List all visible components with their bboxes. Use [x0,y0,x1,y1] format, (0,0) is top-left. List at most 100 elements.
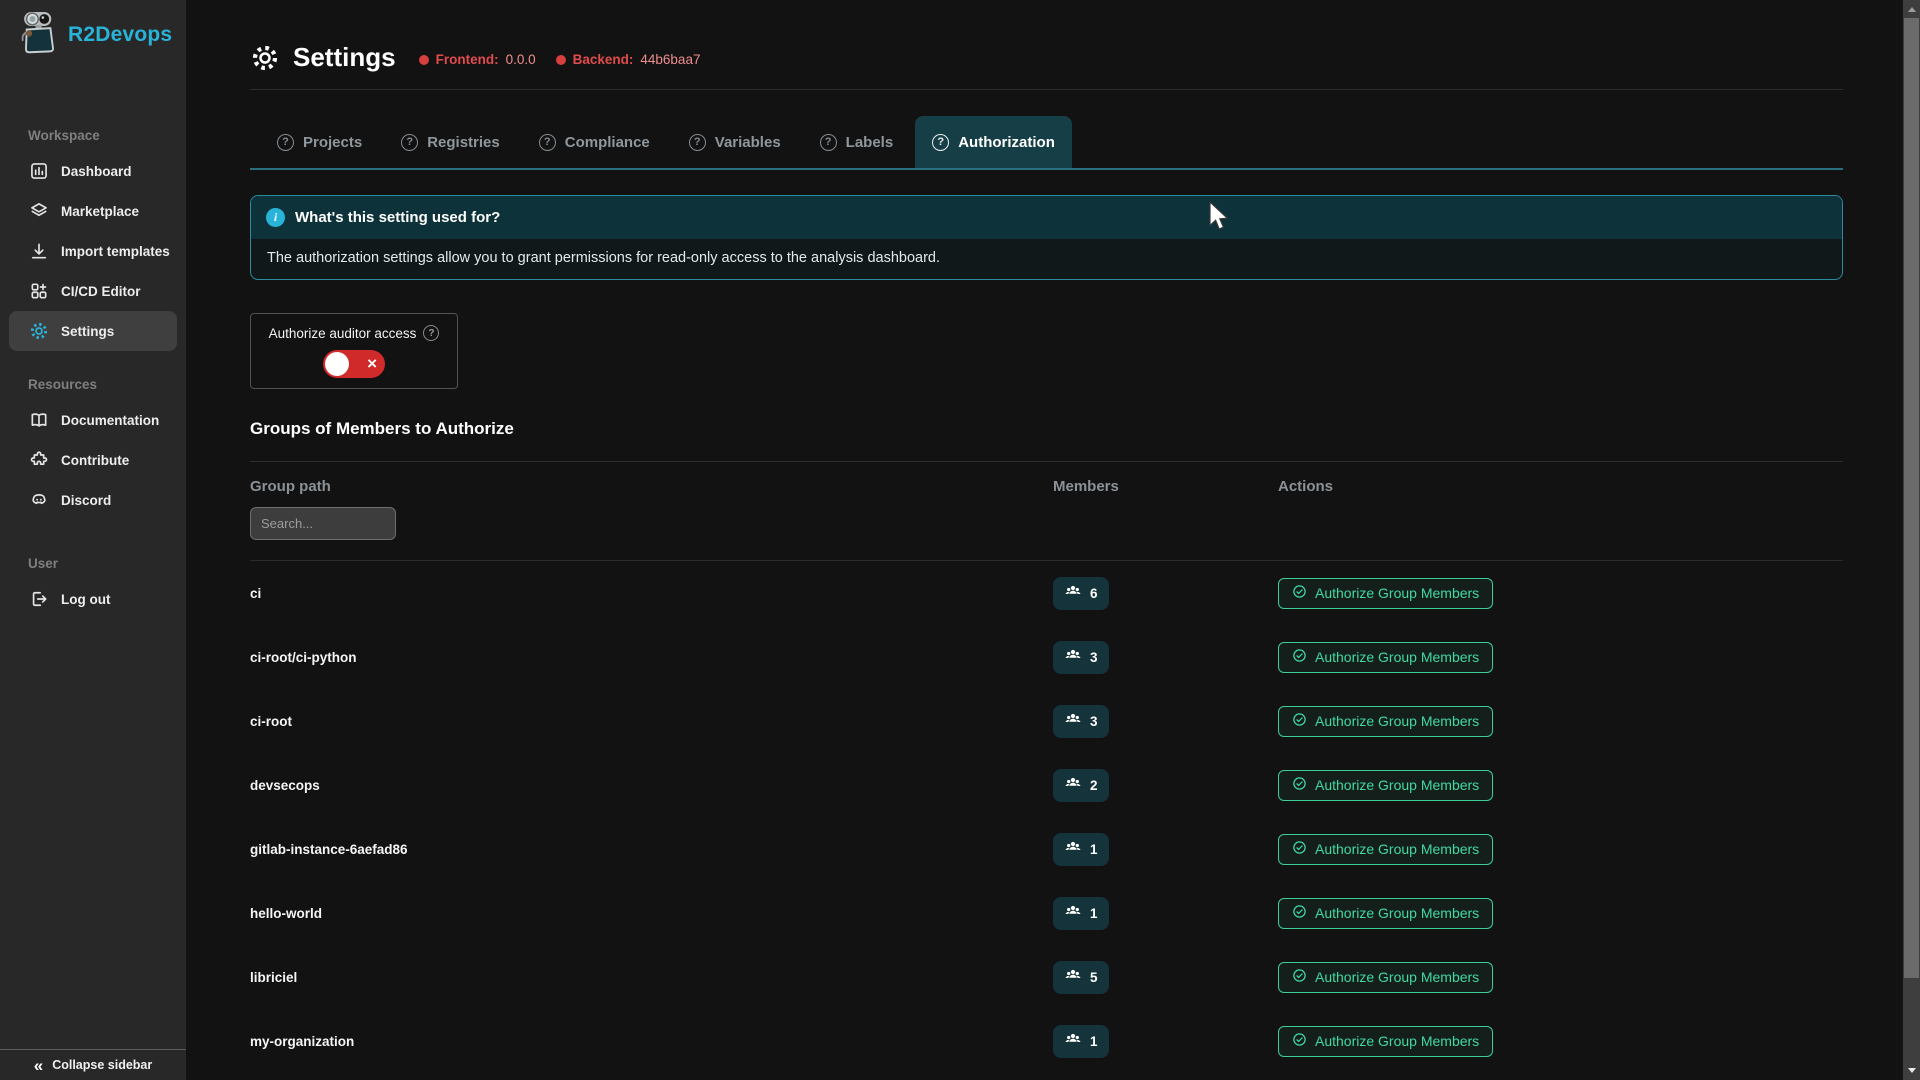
authorize-group-members-button[interactable]: Authorize Group Members [1278,962,1493,993]
group-path: libriciel [250,970,1053,985]
members-count: 3 [1090,714,1098,729]
check-circle-icon [1292,584,1307,602]
scroll-down-button[interactable] [1903,1062,1920,1079]
group-path-column: Group path [250,478,1053,540]
check-circle-icon [1292,776,1307,794]
dashboard-icon [29,161,49,181]
discord-icon [29,490,49,510]
authorize-group-members-button[interactable]: Authorize Group Members [1278,1026,1493,1057]
logout-icon [29,589,49,609]
cicd-editor-icon [29,281,49,301]
version-info: Frontend:0.0.0 Backend:44b6baa7 [419,48,701,67]
arrow-up-icon [1908,7,1916,12]
column-header-members: Members [1053,478,1278,495]
help-circle-icon: ? [539,134,556,151]
group-path: devsecops [250,778,1053,793]
members-count-badge: 6 [1053,577,1109,610]
tab-variables[interactable]: ?Variables [672,116,798,168]
settings-tabs: ?Projects?Registries?Compliance?Variable… [250,116,1843,170]
brand-logo[interactable]: R2Devops [0,0,186,60]
authorize-group-members-button[interactable]: Authorize Group Members [1278,770,1493,801]
column-header-actions: Actions [1278,478,1843,495]
authorize-group-members-button[interactable]: Authorize Group Members [1278,578,1493,609]
check-circle-icon [1292,968,1307,986]
authorize-group-members-button[interactable]: Authorize Group Members [1278,898,1493,929]
members-count: 3 [1090,650,1098,665]
info-icon: i [266,208,285,227]
scrollbar[interactable] [1903,0,1920,1080]
sidebar-item-contribute[interactable]: Contribute [9,440,177,480]
people-icon [1064,902,1082,925]
r2devops-robot-icon [18,10,60,61]
brand-name: R2Devops [68,23,172,47]
members-count-badge: 1 [1053,1025,1109,1058]
members-count: 6 [1090,586,1098,601]
group-row: my-organization 1 Authorize Group Member… [250,1009,1843,1073]
group-path: gitlab-instance-6aefad86 [250,842,1053,857]
tab-registries[interactable]: ?Registries [384,116,517,168]
help-circle-icon: ? [932,134,949,151]
version-badge: Backend:44b6baa7 [556,52,701,67]
collapse-sidebar-button[interactable]: « Collapse sidebar [0,1049,186,1080]
version-badge: Frontend:0.0.0 [419,52,536,67]
group-path: ci-root/ci-python [250,650,1053,665]
groups-table-body: ci 6 Authorize Group Members ci-root/ci-… [250,561,1843,1073]
members-count: 5 [1090,970,1098,985]
members-count: 2 [1090,778,1098,793]
page-header: Settings Frontend:0.0.0 Backend:44b6baa7 [250,0,1843,90]
group-search-input[interactable] [250,507,396,540]
check-circle-icon [1292,648,1307,666]
members-count-badge: 5 [1053,961,1109,994]
scrollbar-thumb[interactable] [1904,18,1919,978]
settings-icon [29,321,49,341]
check-circle-icon [1292,1032,1307,1050]
people-icon [1064,774,1082,797]
authorize-group-members-button[interactable]: Authorize Group Members [1278,706,1493,737]
auditor-access-toggle[interactable]: × [323,350,385,378]
people-icon [1064,582,1082,605]
members-count-badge: 3 [1053,641,1109,674]
people-icon [1064,710,1082,733]
group-row: devsecops 2 Authorize Group Members [250,753,1843,817]
page-title: Settings [293,42,396,73]
help-circle-icon: ? [820,134,837,151]
marketplace-icon [29,201,49,221]
authorize-group-members-button[interactable]: Authorize Group Members [1278,834,1493,865]
people-icon [1064,646,1082,669]
info-box-body: The authorization settings allow you to … [251,239,1842,279]
book-icon [29,410,49,430]
check-circle-icon [1292,840,1307,858]
import-icon [29,241,49,261]
sidebar-item-settings[interactable]: Settings [9,311,177,351]
sidebar: R2Devops Workspace DashboardMarketplaceIm… [0,0,186,1080]
group-path: ci [250,586,1053,601]
group-row: ci 6 Authorize Group Members [250,561,1843,625]
help-circle-icon: ? [401,134,418,151]
tab-projects[interactable]: ?Projects [260,116,379,168]
group-row: libriciel 5 Authorize Group Members [250,945,1843,1009]
sidebar-item-marketplace[interactable]: Marketplace [9,191,177,231]
tab-authorization[interactable]: ?Authorization [915,116,1072,168]
sidebar-item-discord[interactable]: Discord [9,480,177,520]
sidebar-item-dashboard[interactable]: Dashboard [9,151,177,191]
sidebar-item-import-templates[interactable]: Import templates [9,231,177,271]
members-count: 1 [1090,842,1098,857]
groups-table-header: Group path Members Actions [250,478,1843,540]
group-path: my-organization [250,1034,1053,1049]
sidebar-item-log-out[interactable]: Log out [9,579,177,619]
tab-labels[interactable]: ?Labels [803,116,911,168]
scroll-up-button[interactable] [1903,1,1920,18]
divider [250,461,1843,462]
people-icon [1064,1030,1082,1053]
sidebar-item-documentation[interactable]: Documentation [9,400,177,440]
help-circle-icon: ? [689,134,706,151]
tab-compliance[interactable]: ?Compliance [522,116,667,168]
info-box: i What's this setting used for? The auth… [250,195,1843,280]
sidebar-item-ci-cd-editor[interactable]: CI/CD Editor [9,271,177,311]
sidebar-section-title: Workspace [0,128,186,143]
authorize-group-members-button[interactable]: Authorize Group Members [1278,642,1493,673]
puzzle-icon [29,450,49,470]
collapse-chevrons-icon: « [34,1057,43,1074]
status-dot-icon [419,55,429,65]
group-row: gitlab-instance-6aefad86 1 Authorize Gro… [250,817,1843,881]
